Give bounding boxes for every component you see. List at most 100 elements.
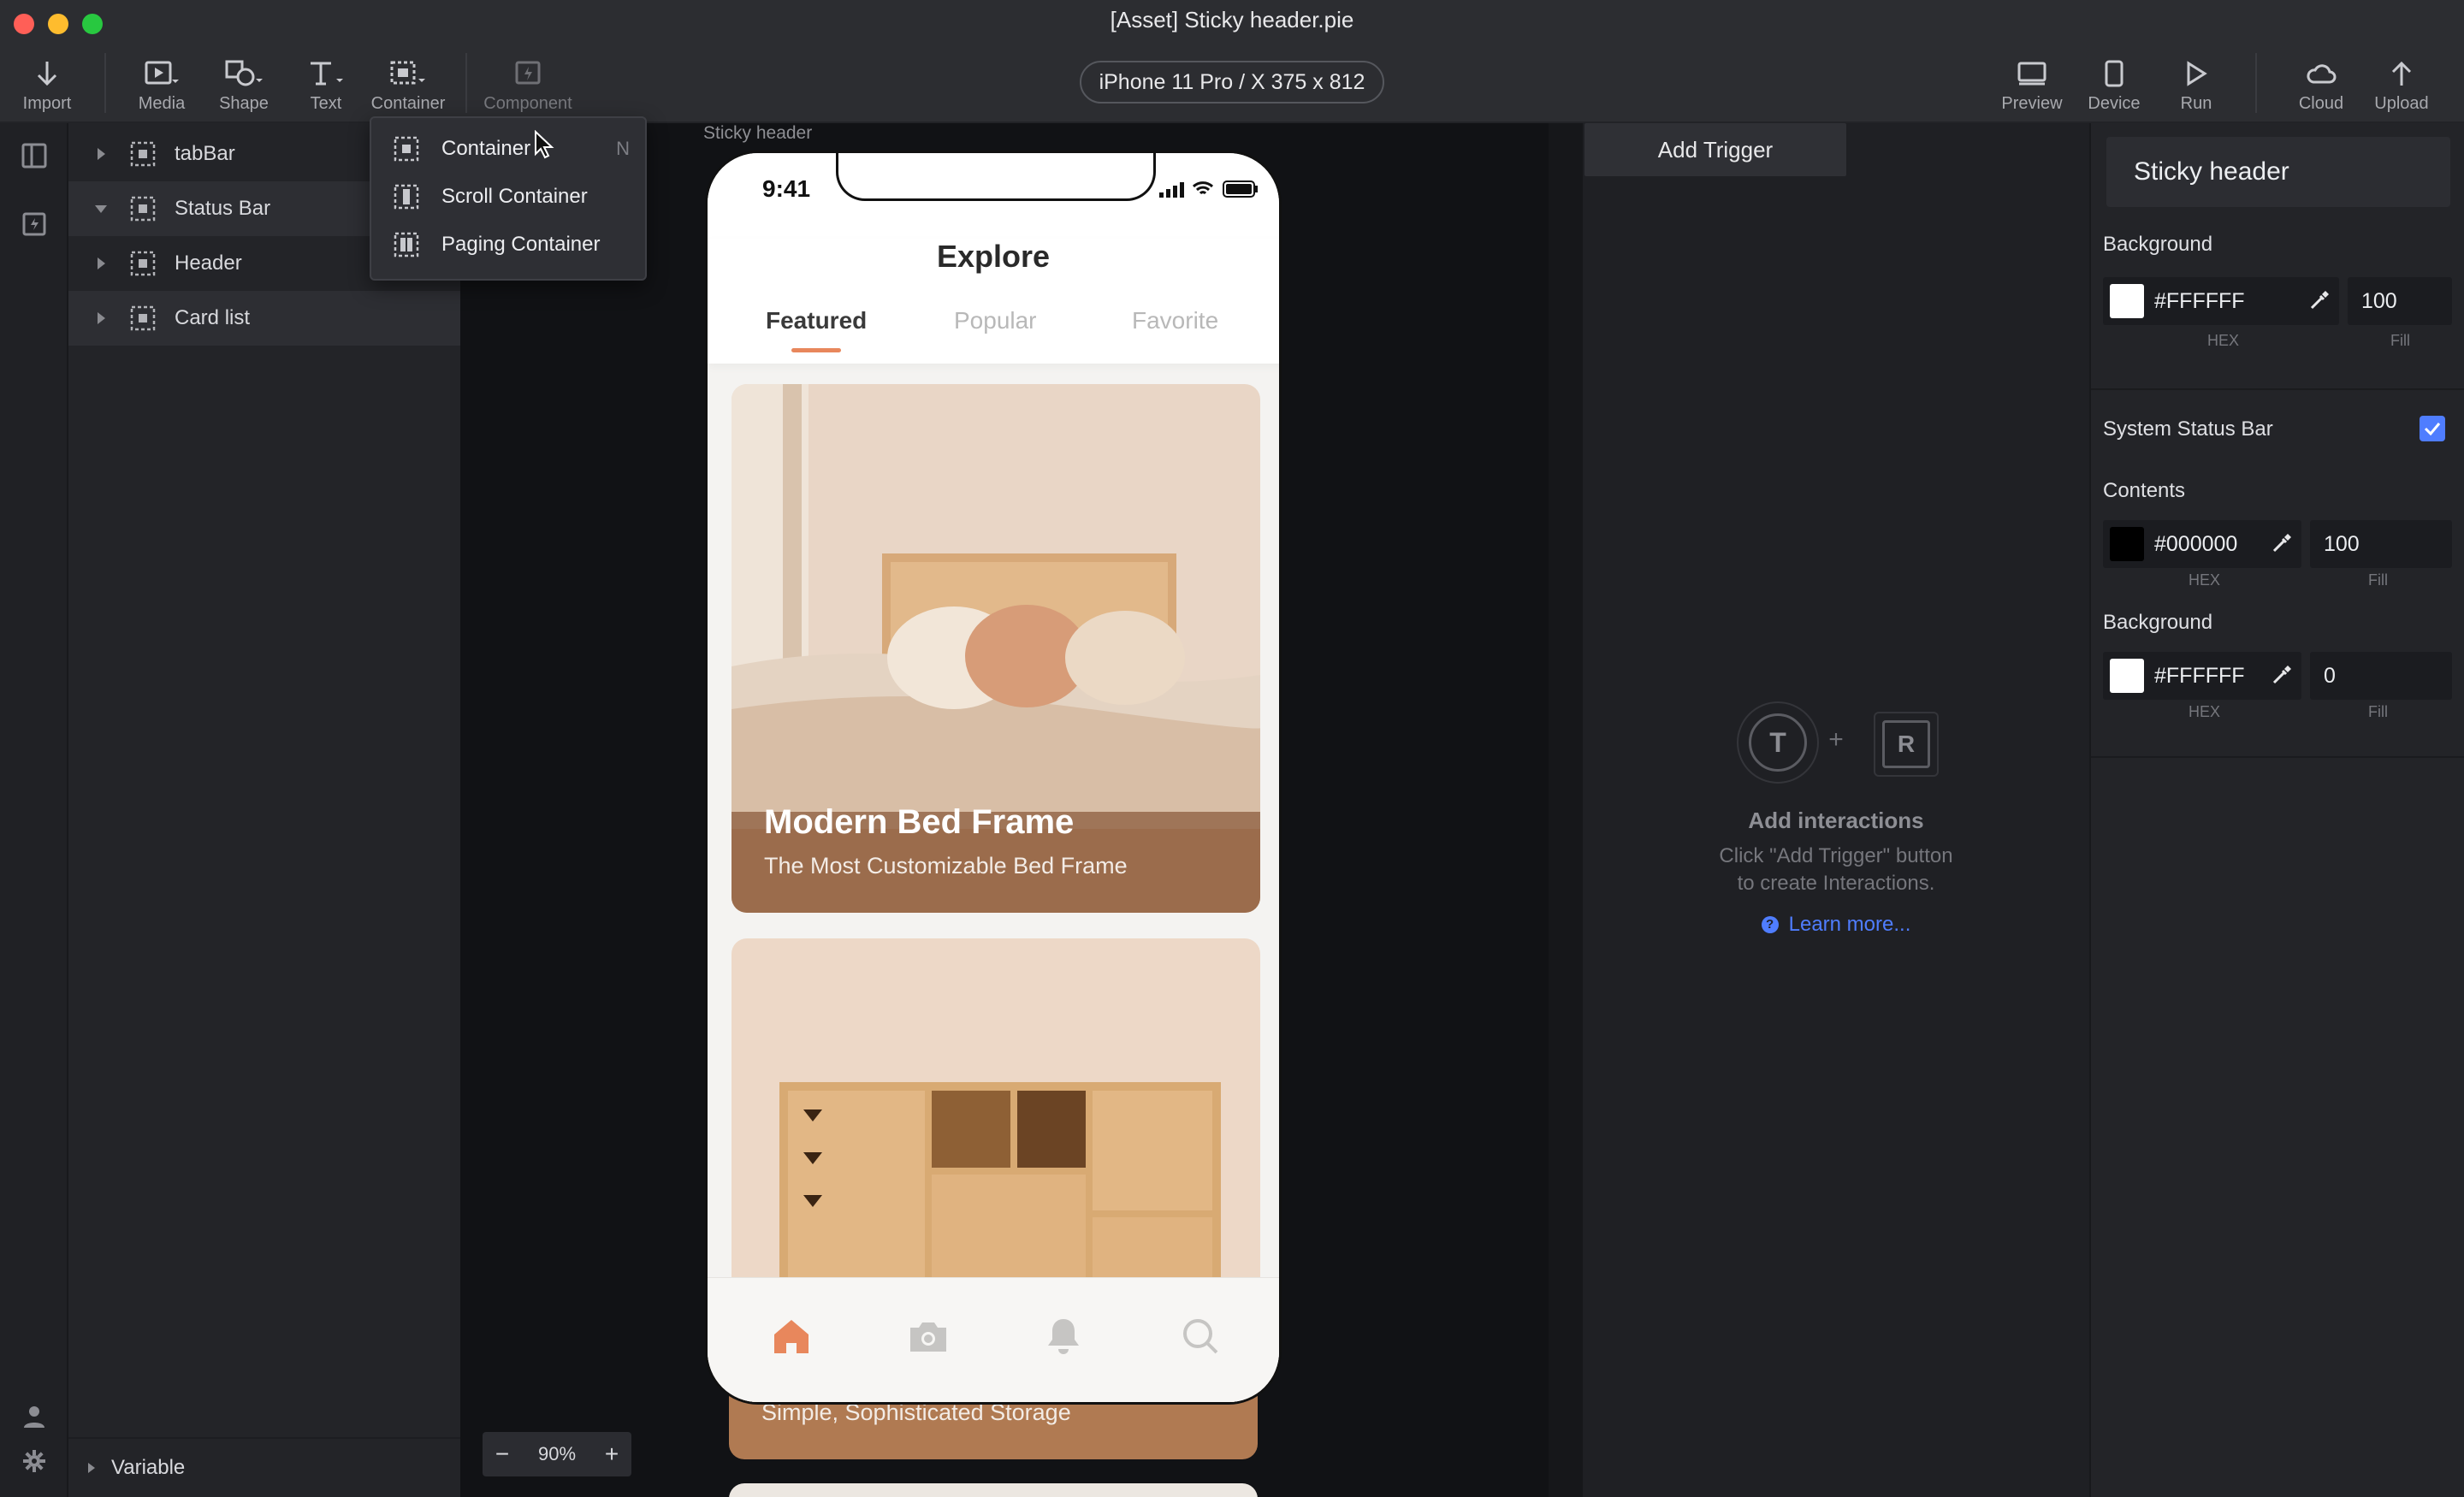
camera-icon[interactable]: [904, 1312, 952, 1360]
add-trigger-button[interactable]: Add Trigger: [1584, 123, 1846, 176]
fill-caption: Fill: [2368, 703, 2388, 720]
eyedropper-icon[interactable]: [2308, 289, 2331, 311]
response-badge: R: [1874, 712, 1939, 777]
card-modern-bed-frame[interactable]: Modern Bed Frame The Most Customizable B…: [732, 384, 1260, 913]
contents-fill-field[interactable]: 100: [2310, 520, 2452, 568]
toolbar-divider: [2255, 53, 2257, 113]
layers-panel-icon[interactable]: [19, 140, 50, 171]
menu-item-paging-container[interactable]: Paging Container: [371, 221, 645, 269]
menu-item-scroll-container[interactable]: Scroll Container: [371, 173, 645, 221]
run-button[interactable]: Run: [2149, 56, 2243, 114]
container-icon: [394, 136, 419, 162]
empty-state-text: Click "Add Trigger" button: [1719, 844, 1953, 867]
shape-button[interactable]: Shape: [197, 56, 291, 114]
wifi-icon: [1192, 180, 1214, 198]
background-fill-field[interactable]: 100: [2348, 277, 2452, 325]
hex-caption: HEX: [2207, 332, 2240, 349]
background-label: Background: [2103, 233, 2213, 256]
phone-icon: [2067, 56, 2161, 91]
status-background-color-field[interactable]: #FFFFFF: [2103, 652, 2301, 700]
upload-label: Upload: [2374, 94, 2429, 113]
menu-item-container[interactable]: Container N: [371, 125, 645, 173]
help-icon: ?: [1761, 916, 1779, 933]
card-title: Modern Bed Frame: [764, 803, 1075, 841]
empty-state-title: Add interactions: [1748, 808, 1924, 833]
background-color-field[interactable]: #FFFFFF: [2103, 277, 2339, 325]
caret-down-icon[interactable]: [94, 204, 108, 214]
preview-label: Preview: [2001, 94, 2063, 113]
eyedropper-icon[interactable]: [2271, 532, 2293, 554]
title-bar: [Asset] Sticky header.pie Import Media S…: [0, 0, 2464, 123]
color-swatch[interactable]: [2110, 284, 2144, 318]
zoom-in-button[interactable]: +: [592, 1441, 631, 1468]
device-selector[interactable]: iPhone 11 Pro / X 375 x 812: [1080, 61, 1384, 104]
device-label: Device: [2088, 94, 2141, 113]
color-swatch[interactable]: [2110, 659, 2144, 693]
component-button[interactable]: Component: [481, 56, 575, 114]
tab-bar: [708, 1277, 1279, 1402]
run-label: Run: [2180, 94, 2212, 113]
status-background-label: Background: [2103, 611, 2213, 634]
menu-item-label: Scroll Container: [441, 185, 588, 208]
media-button[interactable]: Media: [115, 56, 209, 114]
device-button[interactable]: Device: [2067, 56, 2161, 114]
container-button[interactable]: Container: [361, 56, 455, 114]
layer-card-list[interactable]: Card list: [68, 291, 460, 346]
card-list[interactable]: Modern Bed Frame The Most Customizable B…: [708, 364, 1279, 1402]
media-label: Media: [138, 94, 186, 113]
menu-item-label: Paging Container: [441, 233, 601, 256]
gear-icon[interactable]: [19, 1446, 50, 1476]
learn-more-link[interactable]: ? Learn more...: [1583, 913, 2089, 937]
phone-notch: [836, 153, 1156, 201]
text-button[interactable]: Text: [279, 56, 373, 114]
eyedropper-icon[interactable]: [2271, 664, 2293, 686]
system-status-bar-label: System Status Bar: [2103, 417, 2273, 441]
color-swatch[interactable]: [2110, 527, 2144, 561]
panel-divider[interactable]: [1549, 123, 1583, 1497]
empty-state-text: to create Interactions.: [1737, 872, 1935, 895]
phone-frame[interactable]: Modern Bed Frame The Most Customizable B…: [705, 151, 1282, 1405]
system-status-bar-checkbox[interactable]: [2420, 416, 2445, 441]
container-icon: [130, 251, 156, 276]
hex-caption: HEX: [2189, 703, 2221, 720]
layer-label: Header: [175, 251, 242, 275]
import-button[interactable]: Import: [0, 56, 94, 114]
toolbar-divider: [104, 53, 106, 113]
hex-value: #FFFFFF: [2154, 288, 2245, 313]
zoom-out-button[interactable]: −: [483, 1441, 522, 1468]
caret-right-icon[interactable]: [94, 147, 108, 161]
play-icon: [2149, 56, 2243, 91]
home-icon[interactable]: [767, 1312, 815, 1360]
tab-popular[interactable]: Popular: [954, 307, 1037, 334]
arrow-up-icon: [2354, 56, 2449, 91]
contents-label: Contents: [2103, 479, 2186, 502]
tab-featured[interactable]: Featured: [766, 307, 867, 334]
preview-button[interactable]: Preview: [1985, 56, 2079, 114]
status-background-fill-field[interactable]: 0: [2310, 652, 2452, 700]
container-icon: [130, 196, 156, 222]
bell-icon[interactable]: [1040, 1312, 1087, 1360]
shape-icon: [197, 56, 291, 91]
search-icon[interactable]: [1176, 1312, 1224, 1360]
shape-label: Shape: [219, 94, 269, 113]
preview-icon: [1985, 56, 2079, 91]
caret-right-icon[interactable]: [94, 257, 108, 270]
variable-section[interactable]: Variable: [68, 1437, 460, 1497]
layer-name-field[interactable]: Sticky header: [2106, 137, 2450, 207]
hex-caption: HEX: [2189, 571, 2221, 589]
hex-value: #000000: [2154, 531, 2238, 556]
tab-indicator: [791, 348, 841, 352]
interaction-panel: Add Trigger T + R Add interactions Click…: [1583, 123, 2089, 1497]
container-icon: [361, 56, 455, 91]
contents-color-field[interactable]: #000000: [2103, 520, 2301, 568]
upload-button[interactable]: Upload: [2354, 56, 2449, 114]
tab-favorite[interactable]: Favorite: [1132, 307, 1218, 334]
page-title: Explore: [936, 239, 1051, 274]
shortcut-label: N: [616, 138, 630, 159]
caret-right-icon: [87, 1462, 96, 1474]
components-panel-icon[interactable]: [19, 209, 50, 240]
user-icon[interactable]: [19, 1401, 50, 1432]
zoom-value[interactable]: 90%: [522, 1443, 592, 1465]
hex-value: #FFFFFF: [2154, 663, 2245, 688]
caret-right-icon[interactable]: [94, 311, 108, 325]
